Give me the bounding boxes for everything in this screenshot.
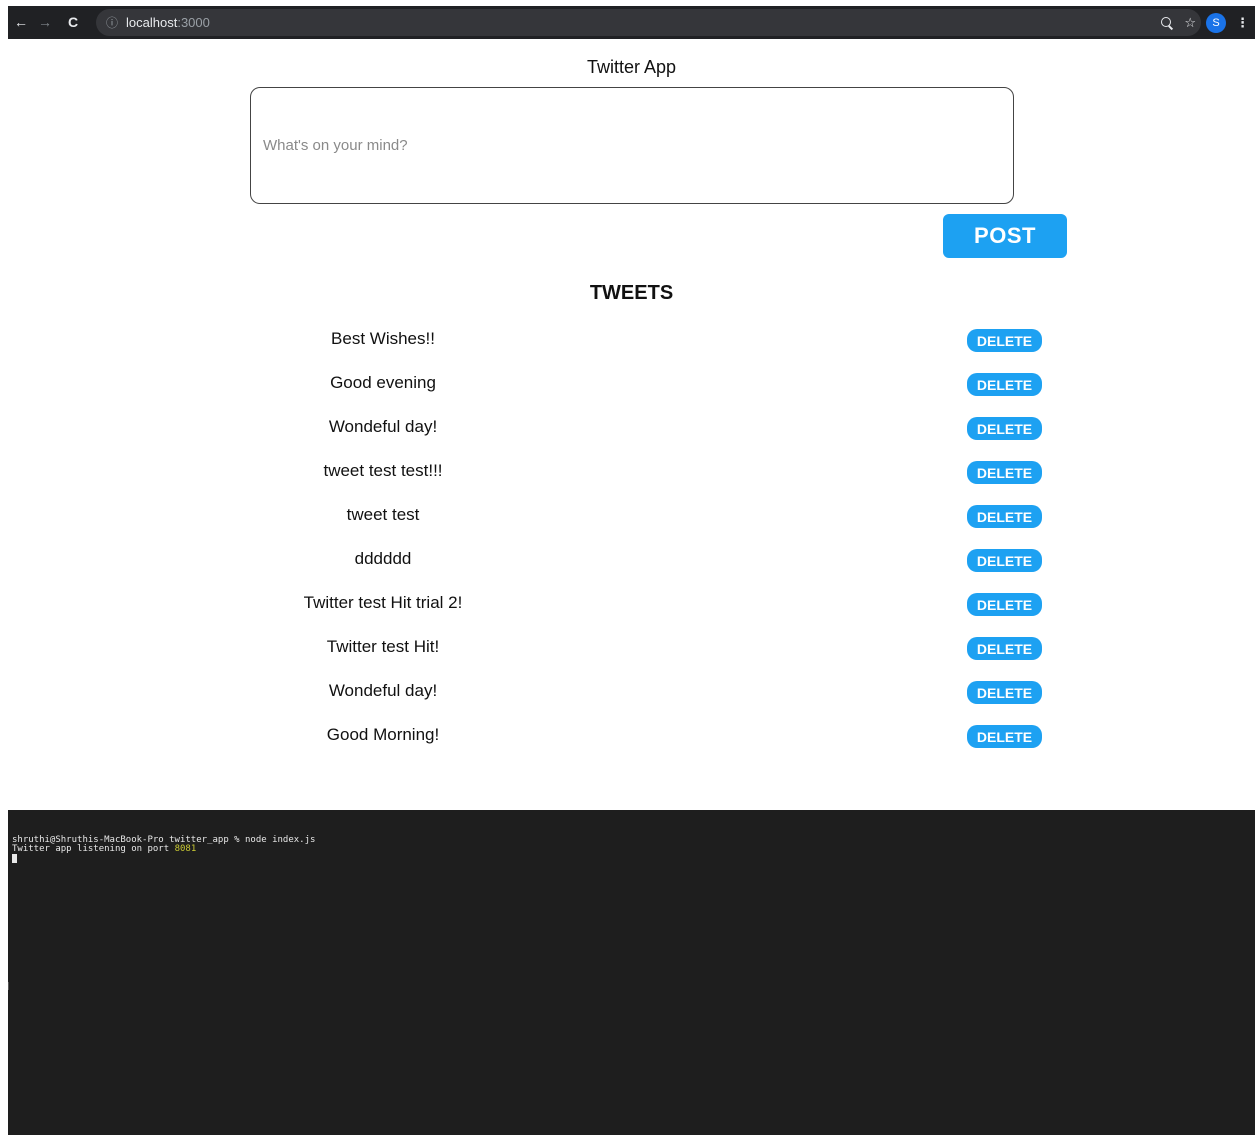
zoom-icon[interactable] xyxy=(1160,16,1174,30)
tweet-row: Good evening DELETE xyxy=(0,362,1255,406)
tweet-row: Twitter test Hit trial 2! DELETE xyxy=(0,582,1255,626)
page-title: Twitter App xyxy=(586,57,677,77)
delete-button[interactable]: DELETE xyxy=(967,461,1042,484)
tweet-text: tweet test xyxy=(346,505,420,524)
tweet-text: Twitter test Hit trial 2! xyxy=(303,593,463,612)
delete-button[interactable]: DELETE xyxy=(967,505,1042,528)
tweet-row: Twitter test Hit! DELETE xyxy=(0,626,1255,670)
terminal-output-line: Twitter app listening on port 8081 xyxy=(12,845,1251,854)
post-button[interactable]: POST xyxy=(943,214,1067,258)
tweet-text: dddddd xyxy=(354,549,412,568)
menu-icon[interactable]: ⋮ xyxy=(1236,15,1249,31)
info-icon[interactable]: ⓘ xyxy=(106,14,118,31)
tweet-text: Wondeful day! xyxy=(328,681,438,700)
terminal-cursor xyxy=(12,854,17,863)
terminal-cursor-line xyxy=(12,854,1251,866)
tweet-row: tweet test DELETE xyxy=(0,494,1255,538)
delete-button[interactable]: DELETE xyxy=(967,593,1042,616)
tweet-row: tweet test test!!! DELETE xyxy=(0,450,1255,494)
tweet-text: Good Morning! xyxy=(326,725,440,744)
delete-button[interactable]: DELETE xyxy=(967,373,1042,396)
tweet-text: Good evening xyxy=(330,373,436,392)
tweet-text: Twitter test Hit! xyxy=(326,637,440,656)
forward-arrow-icon[interactable]: → xyxy=(34,11,56,33)
star-icon[interactable]: ☆ xyxy=(1184,15,1196,31)
browser-right-tools: ☆ S ⋮ xyxy=(1160,6,1249,39)
delete-button[interactable]: DELETE xyxy=(967,681,1042,704)
tweet-row: dddddd DELETE xyxy=(0,538,1255,582)
terminal-scroll-mark xyxy=(8,982,10,990)
terminal-command-line: shruthi@Shruthis-MacBook-Pro twitter_app… xyxy=(12,835,316,845)
delete-button[interactable]: DELETE xyxy=(967,637,1042,660)
browser-toolbar: ← → C ⓘ localhost:3000 ☆ S ⋮ xyxy=(8,6,1255,39)
tweet-row: Wondeful day! DELETE xyxy=(0,670,1255,714)
tweet-row: Best Wishes!! DELETE xyxy=(0,318,1255,362)
back-arrow-icon[interactable]: ← xyxy=(10,11,32,33)
reload-icon[interactable]: C xyxy=(62,11,84,33)
tweet-list: Best Wishes!! DELETE Good evening DELETE… xyxy=(0,318,1255,758)
delete-button[interactable]: DELETE xyxy=(967,417,1042,440)
address-bar[interactable]: ⓘ localhost:3000 xyxy=(96,9,1201,36)
tweet-input[interactable] xyxy=(250,87,1014,204)
tweet-text: Best Wishes!! xyxy=(331,329,435,348)
profile-avatar[interactable]: S xyxy=(1206,12,1226,33)
terminal-output-text: Twitter app listening on port xyxy=(12,844,175,854)
tweet-row: Wondeful day! DELETE xyxy=(0,406,1255,450)
tweet-text: Wondeful day! xyxy=(328,417,438,436)
tweet-row: Good Morning! DELETE xyxy=(0,714,1255,758)
delete-button[interactable]: DELETE xyxy=(967,725,1042,748)
terminal-port-number: 8081 xyxy=(174,844,197,854)
delete-button[interactable]: DELETE xyxy=(967,329,1042,352)
url-port: :3000 xyxy=(177,15,210,30)
tweet-text: tweet test test!!! xyxy=(323,461,443,480)
terminal-window[interactable]: shruthi@Shruthis-MacBook-Pro twitter_app… xyxy=(8,810,1255,1135)
delete-button[interactable]: DELETE xyxy=(967,549,1042,572)
url-host: localhost xyxy=(126,15,178,30)
tweets-heading: TWEETS xyxy=(589,282,674,304)
